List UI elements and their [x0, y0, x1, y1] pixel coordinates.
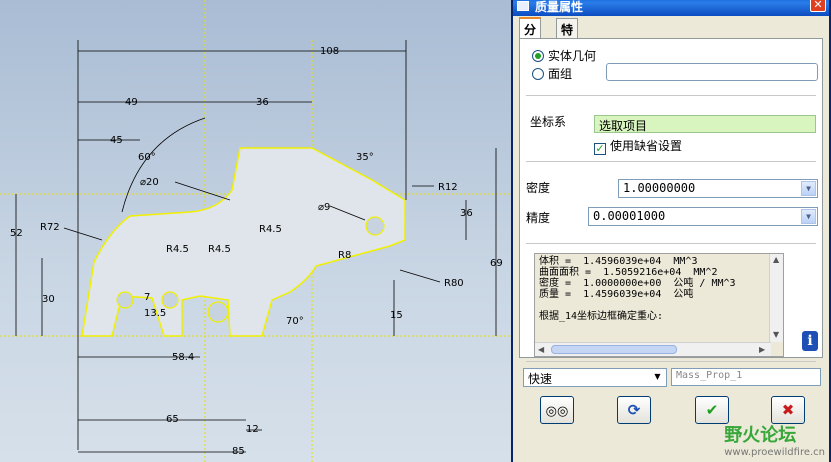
- svg-text:R4.5: R4.5: [259, 224, 282, 235]
- svg-text:52: 52: [10, 228, 23, 239]
- forum-watermark: 野火论坛 www.proewildfire.cn: [724, 425, 825, 458]
- radio-icon: [532, 68, 544, 80]
- dropdown-arrow-icon[interactable]: ▼: [801, 209, 816, 224]
- radio-selected-icon: [532, 50, 544, 62]
- tab-feature[interactable]: 特征: [556, 18, 579, 54]
- svg-text:R8: R8: [338, 250, 351, 261]
- precision-field[interactable]: 0.00001000 ▼: [588, 207, 818, 226]
- coord-label: 坐标系: [530, 115, 567, 129]
- name-field[interactable]: Mass_Prop_1: [671, 368, 821, 386]
- close-icon: ✖: [781, 401, 795, 419]
- ok-button[interactable]: ✔: [695, 396, 729, 424]
- quilt-selector[interactable]: [606, 63, 818, 81]
- svg-text:70°: 70°: [286, 316, 304, 327]
- svg-text:65: 65: [166, 414, 179, 425]
- svg-text:R4.5: R4.5: [166, 244, 189, 255]
- svg-text:7: 7: [144, 292, 150, 303]
- scroll-thumb[interactable]: [551, 345, 677, 354]
- cancel-button[interactable]: ✖: [771, 396, 805, 424]
- cad-viewport[interactable]: 108 49 36 45 60° ⌀20 35° R12 ⌀9 36 52 R7…: [0, 0, 512, 462]
- dropdown-arrow-icon[interactable]: ▼: [801, 181, 816, 196]
- dim-36-top: 36: [256, 97, 269, 108]
- tab-analysis[interactable]: 分析: [519, 17, 542, 54]
- svg-text:35°: 35°: [356, 152, 374, 163]
- svg-text:12: 12: [246, 424, 259, 435]
- density-field[interactable]: 1.00000000 ▼: [618, 179, 818, 198]
- hole-9: [365, 216, 385, 236]
- svg-text:30: 30: [42, 294, 55, 305]
- divider: [526, 243, 816, 244]
- svg-text:⌀9: ⌀9: [318, 202, 330, 213]
- results-box[interactable]: 体积 = 1.4596039e+04 MM^3 曲面面积 = 1.5059216…: [534, 253, 784, 357]
- results-vscrollbar[interactable]: ▲ ▼: [769, 254, 783, 342]
- repeat-button[interactable]: ⟳: [617, 396, 651, 424]
- radio-solid-geometry[interactable]: 实体几何: [532, 47, 596, 64]
- dim-108: 108: [320, 46, 339, 57]
- svg-text:15: 15: [390, 310, 403, 321]
- density-label: 密度: [526, 181, 551, 195]
- svg-text:36: 36: [460, 208, 473, 219]
- mode-select[interactable]: 快速 ▼: [523, 368, 667, 387]
- preview-button[interactable]: ◎◎: [540, 396, 574, 424]
- svg-text:⌀20: ⌀20: [140, 177, 159, 188]
- mass-properties-dialog: 质量属性 ✕ 分析 特征 实体几何 面组 坐标系 选取项目 ✓使用缺省设置 密度…: [511, 0, 831, 462]
- svg-text:69: 69: [490, 258, 503, 269]
- coord-selector[interactable]: 选取项目: [594, 115, 816, 133]
- precision-label: 精度: [526, 211, 551, 225]
- dim-49: 49: [125, 97, 138, 108]
- part-profile: [81, 147, 406, 337]
- glasses-icon: ◎◎: [545, 404, 569, 419]
- divider: [526, 361, 816, 362]
- default-settings-checkbox[interactable]: ✓ 使用缺省设置: [594, 137, 682, 155]
- dialog-title: 质量属性: [535, 0, 584, 14]
- divider: [526, 161, 816, 162]
- results-text: 体积 = 1.4596039e+04 MM^3 曲面面积 = 1.5059216…: [539, 256, 736, 322]
- checkmark-icon: ✓: [594, 142, 606, 155]
- svg-text:58.4: 58.4: [172, 352, 194, 363]
- radio-quilt[interactable]: 面组: [532, 65, 572, 82]
- svg-text:R80: R80: [444, 278, 464, 289]
- analysis-panel: 实体几何 面组 坐标系 选取项目 ✓ 使用缺省设置 密度 1.00000000 ▼…: [519, 38, 823, 362]
- svg-text:60°: 60°: [138, 152, 156, 163]
- results-hscrollbar[interactable]: ◀ ▶: [535, 342, 771, 356]
- svg-text:85: 85: [232, 446, 245, 457]
- window-icon: [517, 1, 529, 11]
- close-icon[interactable]: ✕: [810, 0, 826, 12]
- check-icon: ✔: [705, 401, 719, 419]
- svg-text:13.5: 13.5: [144, 308, 166, 319]
- dialog-titlebar[interactable]: 质量属性 ✕: [513, 0, 829, 16]
- svg-text:R12: R12: [438, 182, 458, 193]
- info-icon[interactable]: i: [802, 331, 818, 351]
- dim-45: 45: [110, 135, 123, 146]
- refresh-icon: ⟳: [627, 401, 641, 419]
- dropdown-arrow-icon[interactable]: ▼: [650, 370, 665, 385]
- sketch-drawing: 108 49 36 45 60° ⌀20 35° R12 ⌀9 36 52 R7…: [0, 0, 512, 462]
- svg-text:R4.5: R4.5: [208, 244, 231, 255]
- svg-text:R72: R72: [40, 222, 60, 233]
- divider: [526, 95, 816, 96]
